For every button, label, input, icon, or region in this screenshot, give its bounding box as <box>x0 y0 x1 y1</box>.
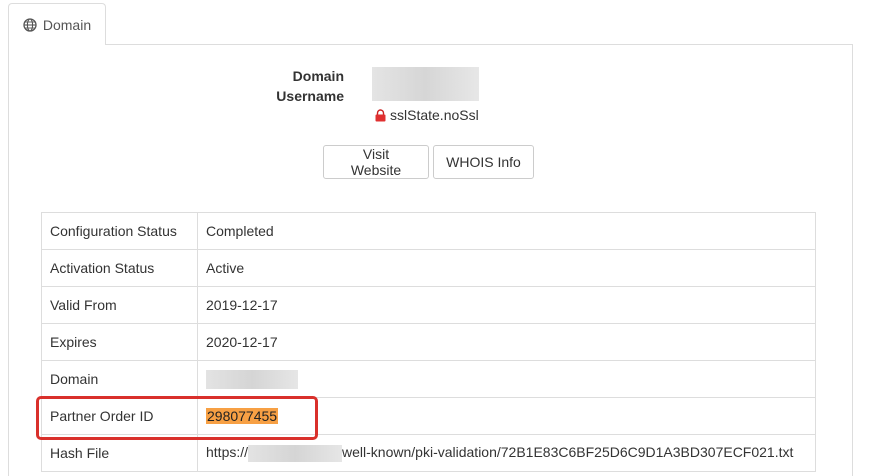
row-label: Configuration Status <box>41 212 198 250</box>
row-value: 298077455 <box>197 397 816 435</box>
tab-domain[interactable]: Domain <box>8 3 106 45</box>
row-value <box>197 360 816 398</box>
row-label: Expires <box>41 323 198 361</box>
lock-icon <box>375 108 386 122</box>
domain-label: Domain <box>292 68 344 84</box>
table-row: Expires 2020-12-17 <box>41 323 816 361</box>
username-label: Username <box>276 88 344 104</box>
table-row: Partner Order ID 298077455 <box>41 397 816 435</box>
redacted-hash-domain <box>248 444 343 462</box>
tab-domain-label: Domain <box>42 16 92 33</box>
row-value: Active <box>197 249 816 287</box>
table-row: Hash File https:// well-known/pki-validat… <box>41 434 816 472</box>
table-row: Valid From 2019-12-17 <box>41 286 816 324</box>
domain-header-labels: Domain Username <box>276 66 344 106</box>
redacted-domain-username <box>372 67 479 101</box>
hash-file-prefix: https:// <box>206 444 249 461</box>
row-value: 2020-12-17 <box>197 323 816 361</box>
row-label: Partner Order ID <box>41 397 198 435</box>
details-table: Configuration Status Completed Activatio… <box>41 212 816 472</box>
table-row: Configuration Status Completed <box>41 212 816 250</box>
row-label: Activation Status <box>41 249 198 287</box>
ssl-state-text: sslState.noSsl <box>390 107 479 123</box>
row-label: Valid From <box>41 286 198 324</box>
whois-info-button[interactable]: WHOIS Info <box>433 145 534 179</box>
partner-order-id-value: 298077455 <box>206 408 279 424</box>
row-label: Hash File <box>41 434 198 472</box>
table-row: Domain <box>41 360 816 398</box>
page: Domain Domain Username sslState.noSsl Vi… <box>0 0 872 476</box>
globe-icon <box>23 17 37 32</box>
row-value: Completed <box>197 212 816 250</box>
row-value: https:// well-known/pki-validation/72B1E8… <box>197 434 816 472</box>
row-value: 2019-12-17 <box>197 286 816 324</box>
visit-website-button[interactable]: Visit Website <box>323 145 429 179</box>
table-row: Activation Status Active <box>41 249 816 287</box>
ssl-state: sslState.noSsl <box>375 107 479 123</box>
hash-file-suffix: well-known/pki-validation/72B1E83C6BF25D… <box>342 444 794 461</box>
row-label: Domain <box>41 360 198 398</box>
redacted-domain-value <box>206 369 298 389</box>
